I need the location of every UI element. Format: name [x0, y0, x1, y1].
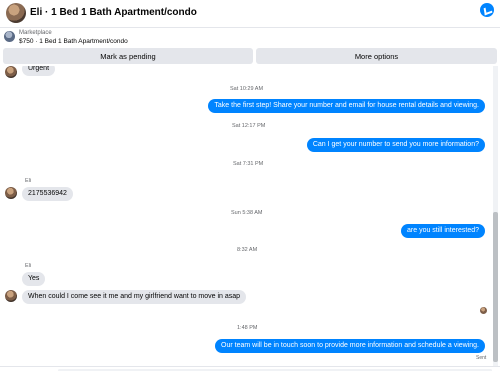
timestamp: Sun 5:38 AM	[231, 210, 263, 216]
timestamp: Sat 10:29 AM	[230, 86, 264, 92]
incoming-message: When could I come see it me and my girlf…	[22, 290, 247, 304]
outgoing-message: are you still interested?	[401, 224, 485, 238]
message-thread: Urgent Sat 10:29 AM Take the first step!…	[0, 66, 492, 366]
marketplace-listing[interactable]: Marketplace $750 · 1 Bed 1 Bath Apartmen…	[0, 29, 500, 47]
scrollbar-thumb[interactable]	[493, 212, 498, 362]
timestamp: Sat 12:17 PM	[232, 123, 266, 129]
timestamp: 1:48 PM	[237, 325, 258, 331]
outgoing-message: Take the first step! Share your number a…	[208, 99, 485, 113]
listing-thumbnail	[4, 31, 15, 42]
contact-avatar-small	[5, 66, 17, 78]
seen-receipt-avatar	[480, 307, 487, 314]
contact-avatar-small	[5, 290, 17, 302]
contact-avatar[interactable]	[6, 3, 26, 23]
conversation-header: Eli · 1 Bed 1 Bath Apartment/condo	[0, 0, 500, 28]
timestamp: Sat 7:31 PM	[233, 161, 264, 167]
delivery-status: Sent	[476, 355, 487, 361]
incoming-message: Urgent	[22, 66, 56, 76]
incoming-message: Yes	[22, 272, 46, 286]
sender-name: Eli	[25, 178, 32, 184]
more-options-button[interactable]: More options	[256, 48, 497, 64]
outgoing-message: Can I get your number to send you more i…	[306, 138, 485, 152]
timestamp: 8:32 AM	[237, 247, 258, 253]
incoming-message: 2175536942	[22, 187, 73, 201]
contact-avatar-small	[5, 187, 17, 199]
thread-scrollbar[interactable]	[493, 66, 498, 366]
conversation-title[interactable]: Eli · 1 Bed 1 Bath Apartment/condo	[30, 7, 197, 18]
messenger-icon[interactable]	[480, 3, 494, 17]
mark-as-pending-button[interactable]: Mark as pending	[3, 48, 253, 64]
outgoing-message: Our team will be in touch soon to provid…	[215, 339, 485, 353]
message-composer[interactable]	[0, 366, 500, 371]
listing-title[interactable]: $750 · 1 Bed 1 Bath Apartment/condo	[19, 38, 128, 45]
marketplace-label: Marketplace	[19, 30, 52, 36]
sender-name: Eli	[25, 263, 32, 269]
